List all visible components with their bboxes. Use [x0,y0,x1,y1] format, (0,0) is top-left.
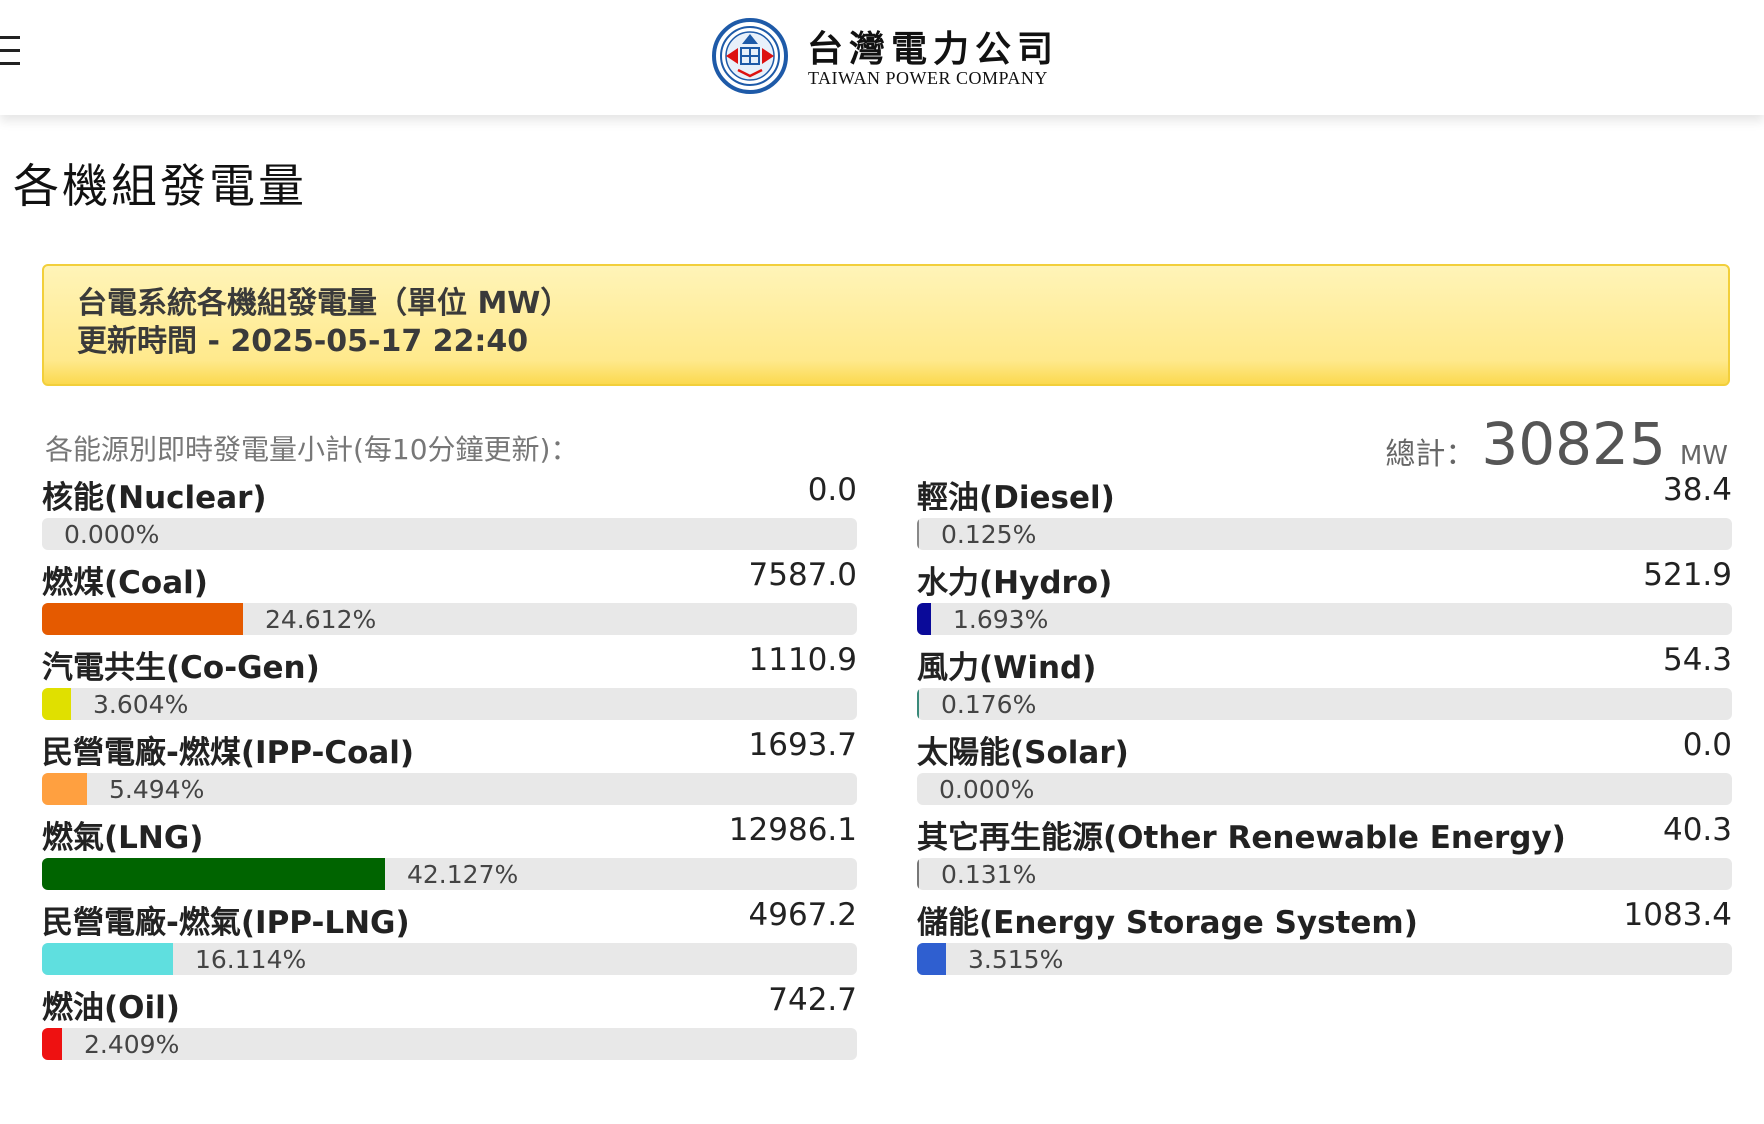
energy-bar: 5.494% [42,773,857,805]
energy-bar: 0.000% [42,518,857,550]
energy-percent: 5.494% [109,775,205,804]
energy-row: 燃氣(LNG) 12986.1 42.127% [42,812,857,897]
energy-name: 風力(Wind) [917,650,1097,686]
energy-percent: 1.693% [953,605,1049,634]
energy-row: 水力(Hydro) 521.9 1.693% [917,557,1732,642]
energy-bar-fill [917,603,931,635]
energy-row: 燃煤(Coal) 7587.0 24.612% [42,557,857,642]
energy-row: 風力(Wind) 54.3 0.176% [917,642,1732,727]
energy-bar: 3.604% [42,688,857,720]
energy-percent: 16.114% [195,945,307,974]
energy-value: 40.3 [1662,812,1732,848]
energy-value: 4967.2 [748,897,857,933]
info-banner: 台電系統各機組發電量（單位 MW） 更新時間 - 2025-05-17 22:4… [42,264,1730,386]
energy-name: 汽電共生(Co-Gen) [42,650,320,686]
energy-value: 0.0 [807,472,857,508]
subtotal-heading: 各能源別即時發電量小計(每10分鐘更新)： [45,433,579,466]
energy-bar-fill [42,1028,62,1060]
energy-percent: 3.515% [968,945,1064,974]
energy-name: 儲能(Energy Storage System) [917,905,1418,941]
energy-percent: 42.127% [407,860,519,889]
energy-name: 太陽能(Solar) [917,735,1129,771]
company-name-chinese: 台灣電力公司 [807,28,1060,70]
energy-bar: 0.176% [917,688,1732,720]
energy-name: 燃油(Oil) [42,990,180,1026]
energy-value: 54.3 [1662,642,1732,678]
page-title: 各機組發電量 [13,159,307,213]
energy-bar: 42.127% [42,858,857,890]
energy-bar-fill [42,858,385,890]
energy-value: 521.9 [1643,557,1732,593]
energy-percent: 0.131% [941,860,1037,889]
energy-bar: 0.000% [917,773,1732,805]
energy-bar-fill [917,858,919,890]
left-energy-column: 核能(Nuclear) 0.0 0.000% 燃煤(Coal) 7587.0 2… [42,472,857,1067]
energy-bar: 3.515% [917,943,1732,975]
energy-row: 民營電廠-燃煤(IPP-Coal) 1693.7 5.494% [42,727,857,812]
energy-row: 其它再生能源(Other Renewable Energy) 40.3 0.13… [917,812,1732,897]
energy-percent: 0.000% [939,775,1035,804]
energy-bar: 16.114% [42,943,857,975]
energy-name: 輕油(Diesel) [917,480,1115,516]
energy-bar: 2.409% [42,1028,857,1060]
energy-percent: 0.125% [941,520,1037,549]
energy-name: 民營電廠-燃氣(IPP-LNG) [42,905,410,941]
banner-update-time: 更新時間 - 2025-05-17 22:40 [77,324,529,359]
energy-name: 核能(Nuclear) [42,480,267,516]
total-unit: MW [1679,441,1728,471]
energy-value: 38.4 [1662,472,1732,508]
energy-percent: 3.604% [93,690,189,719]
energy-bar: 1.693% [917,603,1732,635]
total-label: 總計： [1385,437,1476,472]
energy-percent: 0.176% [941,690,1037,719]
energy-value: 742.7 [768,982,857,1018]
energy-name: 其它再生能源(Other Renewable Energy) [917,820,1566,856]
energy-value: 1693.7 [748,727,857,763]
energy-value: 1110.9 [748,642,857,678]
energy-name: 燃煤(Coal) [42,565,208,601]
energy-row: 太陽能(Solar) 0.0 0.000% [917,727,1732,812]
energy-name: 水力(Hydro) [917,565,1113,601]
energy-bar-fill [917,688,919,720]
energy-bar-fill [42,773,87,805]
energy-percent: 2.409% [84,1030,180,1059]
energy-value: 0.0 [1682,727,1732,763]
energy-row: 儲能(Energy Storage System) 1083.4 3.515% [917,897,1732,982]
energy-value: 1083.4 [1623,897,1732,933]
energy-row: 輕油(Diesel) 38.4 0.125% [917,472,1732,557]
energy-bar-fill [42,943,173,975]
energy-value: 12986.1 [728,812,857,848]
taipower-logo-icon [712,18,788,94]
energy-row: 民營電廠-燃氣(IPP-LNG) 4967.2 16.114% [42,897,857,982]
energy-row: 燃油(Oil) 742.7 2.409% [42,982,857,1067]
right-energy-column: 輕油(Diesel) 38.4 0.125% 水力(Hydro) 521.9 1… [917,472,1732,982]
energy-name: 民營電廠-燃煤(IPP-Coal) [42,735,415,771]
site-header: 台灣電力公司 TAIWAN POWER COMPANY [0,0,1764,115]
energy-percent: 24.612% [265,605,377,634]
energy-bar: 0.131% [917,858,1732,890]
energy-name: 燃氣(LNG) [42,820,204,856]
company-name-english: TAIWAN POWER COMPANY [808,68,1048,88]
total-value: 30825 [1481,410,1666,478]
energy-row: 汽電共生(Co-Gen) 1110.9 3.604% [42,642,857,727]
total-summary: 總計： 30825 MW [1385,410,1728,478]
energy-percent: 0.000% [64,520,160,549]
energy-row: 核能(Nuclear) 0.0 0.000% [42,472,857,557]
energy-value: 7587.0 [748,557,857,593]
energy-bar-fill [42,603,243,635]
energy-bar-fill [917,943,946,975]
energy-bar: 0.125% [917,518,1732,550]
energy-bar-fill [42,688,71,720]
energy-bar-fill [917,518,919,550]
energy-bar: 24.612% [42,603,857,635]
hamburger-menu-icon[interactable] [0,36,22,76]
